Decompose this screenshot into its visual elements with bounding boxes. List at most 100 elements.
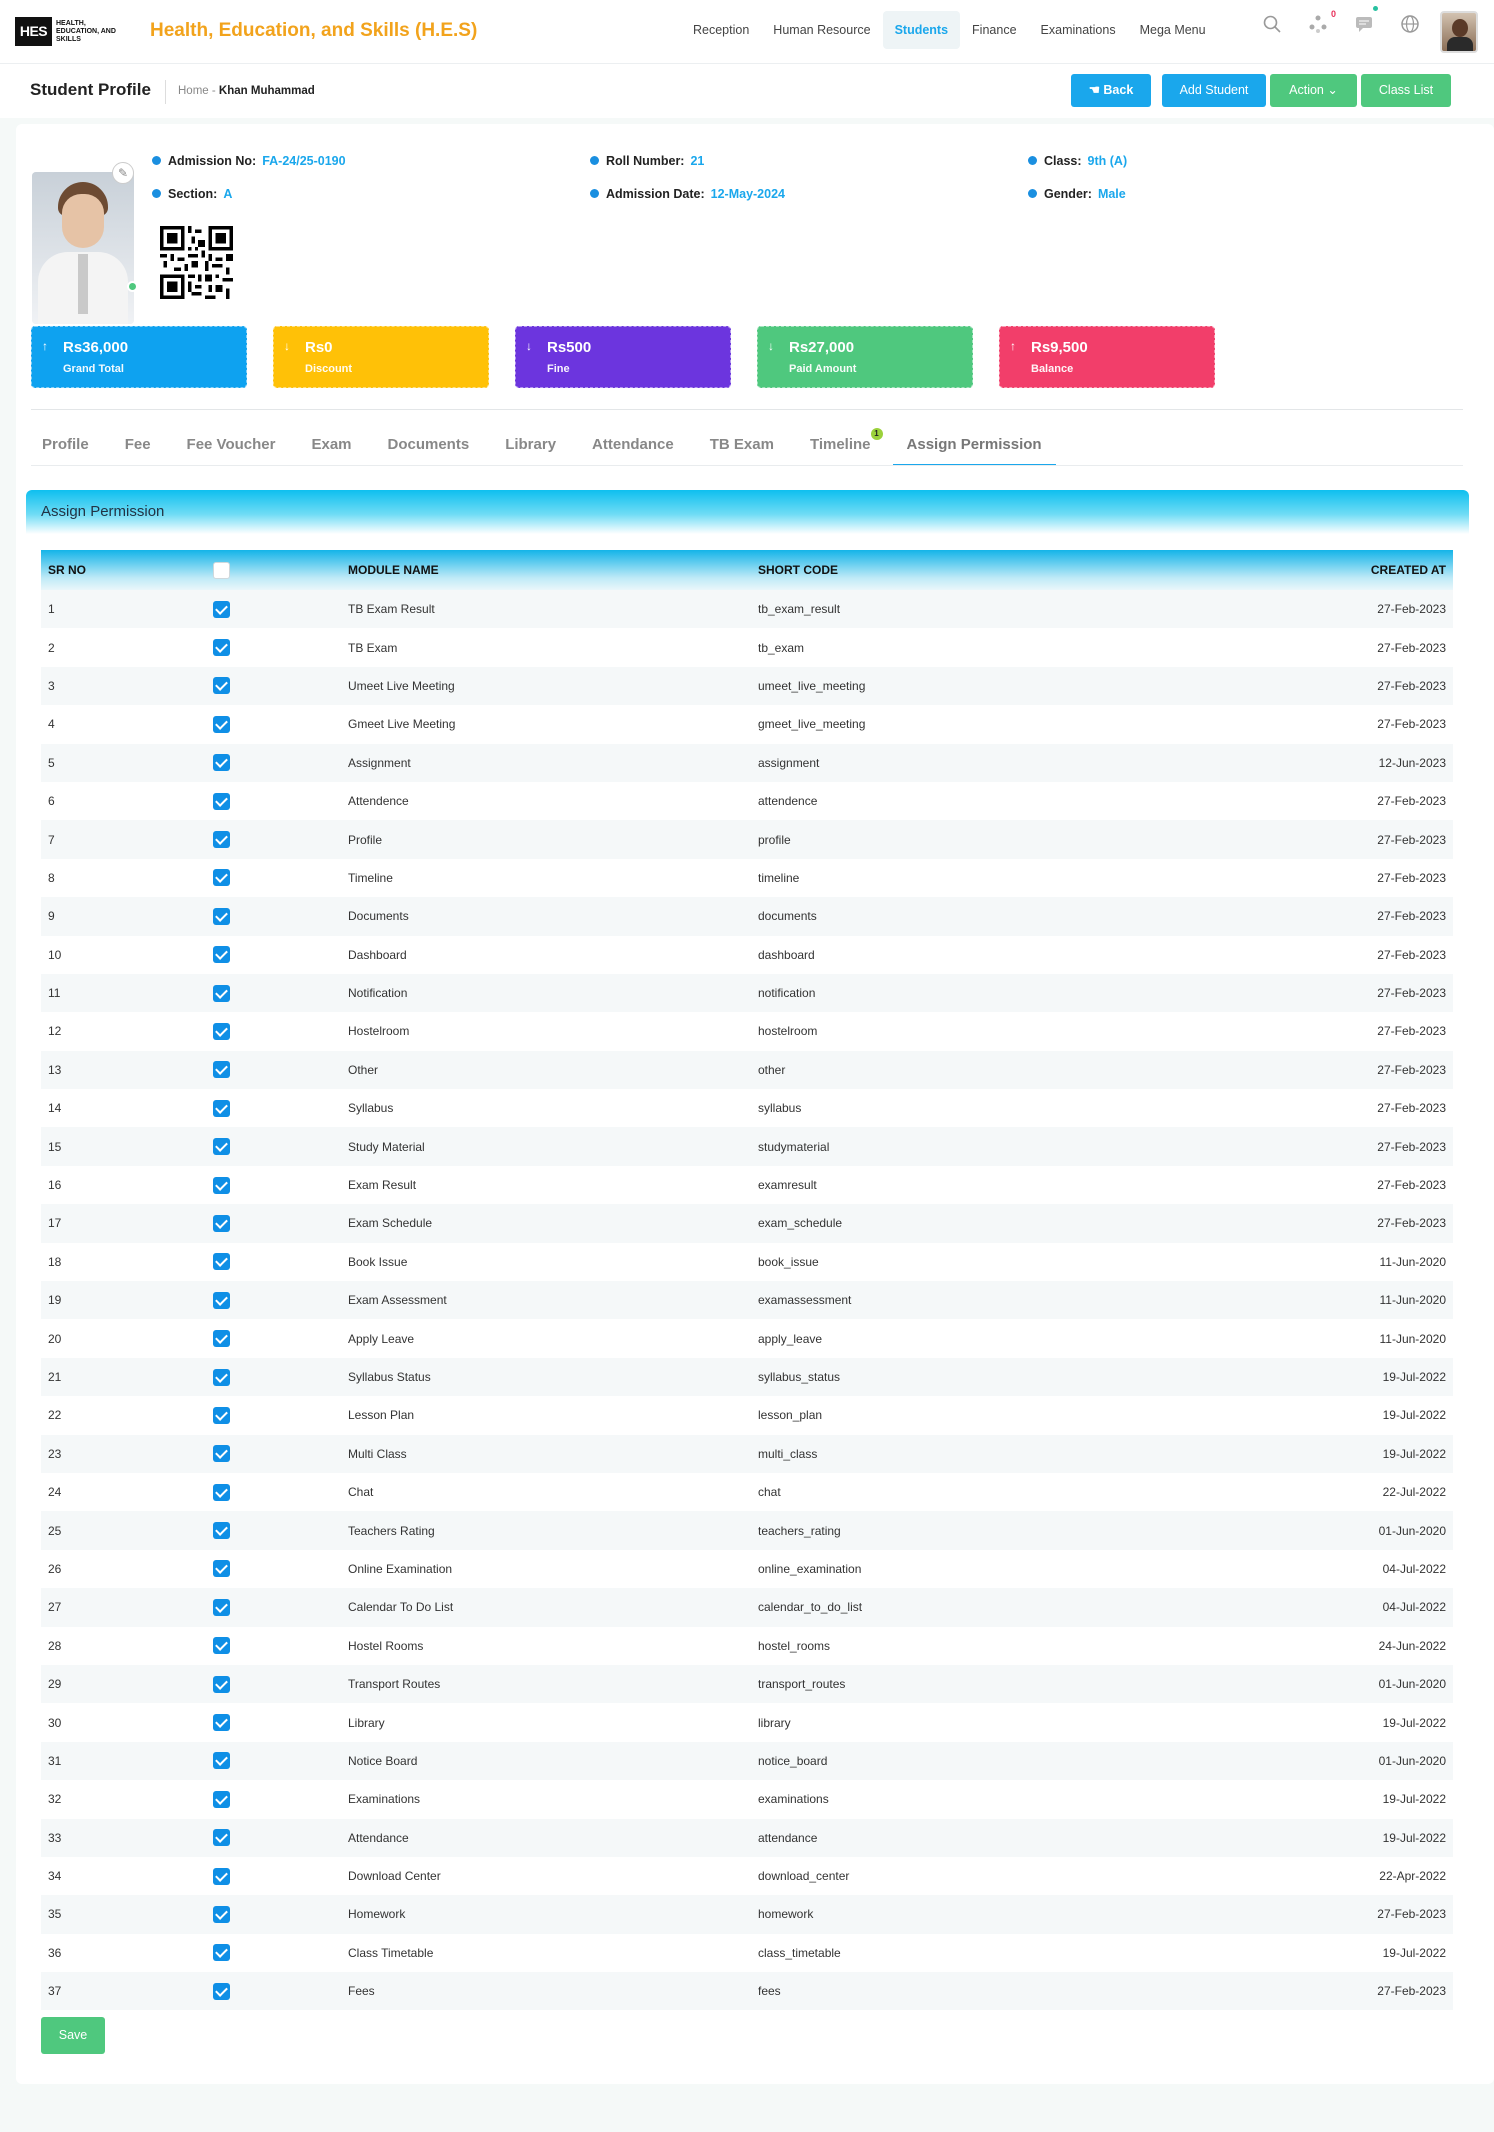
cell-short-code: download_center [758, 1869, 850, 1884]
class-field: Class: 9th (A) [1028, 154, 1127, 168]
search-icon[interactable] [1260, 14, 1284, 38]
permission-checkbox[interactable] [213, 1522, 230, 1540]
select-all-checkbox[interactable] [213, 561, 230, 579]
cell-sr-no: 3 [48, 678, 55, 693]
permission-checkbox[interactable] [213, 1598, 230, 1616]
permission-checkbox[interactable] [213, 1022, 230, 1040]
permission-checkbox[interactable] [213, 1138, 230, 1156]
action-dropdown-button[interactable]: Action ⌄ [1270, 74, 1357, 107]
permission-checkbox[interactable] [213, 984, 230, 1002]
permission-checkbox[interactable] [213, 600, 230, 618]
permission-checkbox[interactable] [213, 1483, 230, 1501]
logo[interactable]: HES HEALTH, EDUCATION, AND SKILLS [15, 17, 117, 46]
permission-checkbox[interactable] [213, 1061, 230, 1079]
table-row: 15 Study Material studymaterial 27-Feb-2023 [41, 1127, 1453, 1166]
cell-module-name: Timeline [348, 870, 393, 885]
network-icon[interactable]: 0 [1306, 9, 1336, 38]
permission-checkbox[interactable] [213, 1253, 230, 1271]
permission-checkbox[interactable] [213, 1099, 230, 1117]
panel-title: Assign Permission [41, 503, 165, 520]
permission-checkbox[interactable] [213, 1790, 230, 1808]
cell-sr-no: 14 [48, 1101, 62, 1116]
permission-checkbox[interactable] [213, 1944, 230, 1962]
cell-checkbox [206, 667, 341, 705]
tab-timeline[interactable]: Timeline 1 [796, 424, 885, 466]
tab-tb-exam[interactable]: TB Exam [696, 424, 788, 466]
tab-profile[interactable]: Profile [28, 424, 103, 466]
back-button[interactable]: ☚ Back [1071, 74, 1151, 107]
permission-checkbox[interactable] [213, 1406, 230, 1424]
edit-photo-icon[interactable]: ✎ [112, 162, 134, 184]
cell-created-at: 04-Jul-2022 [1382, 1600, 1446, 1615]
permission-checkbox[interactable] [213, 869, 230, 887]
add-student-button[interactable]: Add Student [1162, 74, 1266, 107]
table-row: 31 Notice Board notice_board 01-Jun-2020 [41, 1741, 1453, 1781]
table-row: 29 Transport Routes transport_routes 01-Jun… [41, 1664, 1453, 1704]
cell-created-at: 27-Feb-2023 [1377, 1024, 1446, 1039]
permission-checkbox[interactable] [213, 1637, 230, 1655]
permission-checkbox[interactable] [213, 1214, 230, 1232]
cell-checkbox [206, 1319, 341, 1357]
tab-attendance[interactable]: Attendance [578, 424, 688, 466]
permission-checkbox[interactable] [213, 754, 230, 772]
tab-library[interactable]: Library [491, 424, 570, 466]
permission-checkbox[interactable] [213, 1982, 230, 2000]
permission-checkbox[interactable] [213, 1675, 230, 1693]
permission-checkbox[interactable] [213, 1291, 230, 1309]
cell-created-at: 01-Jun-2020 [1378, 1523, 1446, 1538]
permission-checkbox[interactable] [213, 1752, 230, 1770]
user-avatar[interactable] [1440, 11, 1478, 53]
table-row: 33 Attendance attendance 19-Jul-2022 [41, 1818, 1453, 1857]
cell-sr-no: 34 [48, 1869, 62, 1884]
cell-created-at: 22-Jul-2022 [1382, 1485, 1446, 1500]
save-button[interactable]: Save [41, 2017, 105, 2054]
permission-table: SR NO MODULE NAME SHORT CODE CREATED AT … [41, 550, 1453, 2011]
tab-fee-voucher[interactable]: Fee Voucher [173, 424, 290, 466]
class-list-button[interactable]: Class List [1361, 74, 1451, 107]
nav-item-finance[interactable]: Finance [960, 11, 1028, 49]
table-row: 24 Chat chat 22-Jul-2022 [41, 1472, 1453, 1512]
permission-checkbox[interactable] [213, 946, 230, 964]
permission-checkbox[interactable] [213, 1714, 230, 1732]
permission-checkbox[interactable] [213, 792, 230, 810]
nav-item-examinations[interactable]: Examinations [1029, 11, 1128, 49]
cell-module-name: Notification [348, 986, 408, 1001]
permission-checkbox[interactable] [213, 1560, 230, 1578]
cell-short-code: calendar_to_do_list [758, 1600, 863, 1615]
breadcrumb-home[interactable]: Home [178, 85, 209, 97]
cell-sr-no: 20 [48, 1331, 62, 1346]
cell-short-code: profile [758, 832, 791, 847]
profile-tabs: Profile Fee Fee Voucher Exam Documents L… [28, 424, 1064, 466]
permission-checkbox[interactable] [213, 1368, 230, 1386]
permission-checkbox[interactable] [213, 1867, 230, 1885]
nav-item-mega-menu[interactable]: Mega Menu [1128, 11, 1218, 49]
permission-checkbox[interactable] [213, 1905, 230, 1923]
cell-checkbox [206, 859, 341, 897]
permission-checkbox[interactable] [213, 1445, 230, 1463]
breadcrumb-separator: - [211, 85, 219, 97]
cell-short-code: tb_exam [758, 640, 805, 655]
permission-checkbox[interactable] [213, 639, 230, 657]
nav-item-students[interactable]: Students [882, 11, 961, 49]
cell-created-at: 27-Feb-2023 [1377, 1062, 1446, 1077]
globe-icon[interactable] [1398, 14, 1422, 38]
tab-exam[interactable]: Exam [297, 424, 365, 466]
permission-checkbox[interactable] [213, 677, 230, 695]
permission-checkbox[interactable] [213, 1176, 230, 1194]
cell-checkbox [206, 897, 341, 935]
permission-checkbox[interactable] [213, 715, 230, 733]
cell-sr-no: 5 [48, 755, 55, 770]
cell-module-name: Exam Assessment [348, 1293, 447, 1308]
nav-item-reception[interactable]: Reception [681, 11, 761, 49]
tab-assign-permission[interactable]: Assign Permission [892, 424, 1056, 466]
cell-created-at: 27-Feb-2023 [1377, 1984, 1446, 1999]
permission-checkbox[interactable] [213, 907, 230, 925]
permission-checkbox[interactable] [213, 1829, 230, 1847]
tab-documents[interactable]: Documents [374, 424, 484, 466]
chat-icon[interactable] [1352, 6, 1378, 38]
nav-item-human-resource[interactable]: Human Resource [761, 11, 882, 49]
cell-short-code: notice_board [758, 1753, 828, 1768]
permission-checkbox[interactable] [213, 1330, 230, 1348]
permission-checkbox[interactable] [213, 831, 230, 849]
tab-fee[interactable]: Fee [111, 424, 165, 466]
